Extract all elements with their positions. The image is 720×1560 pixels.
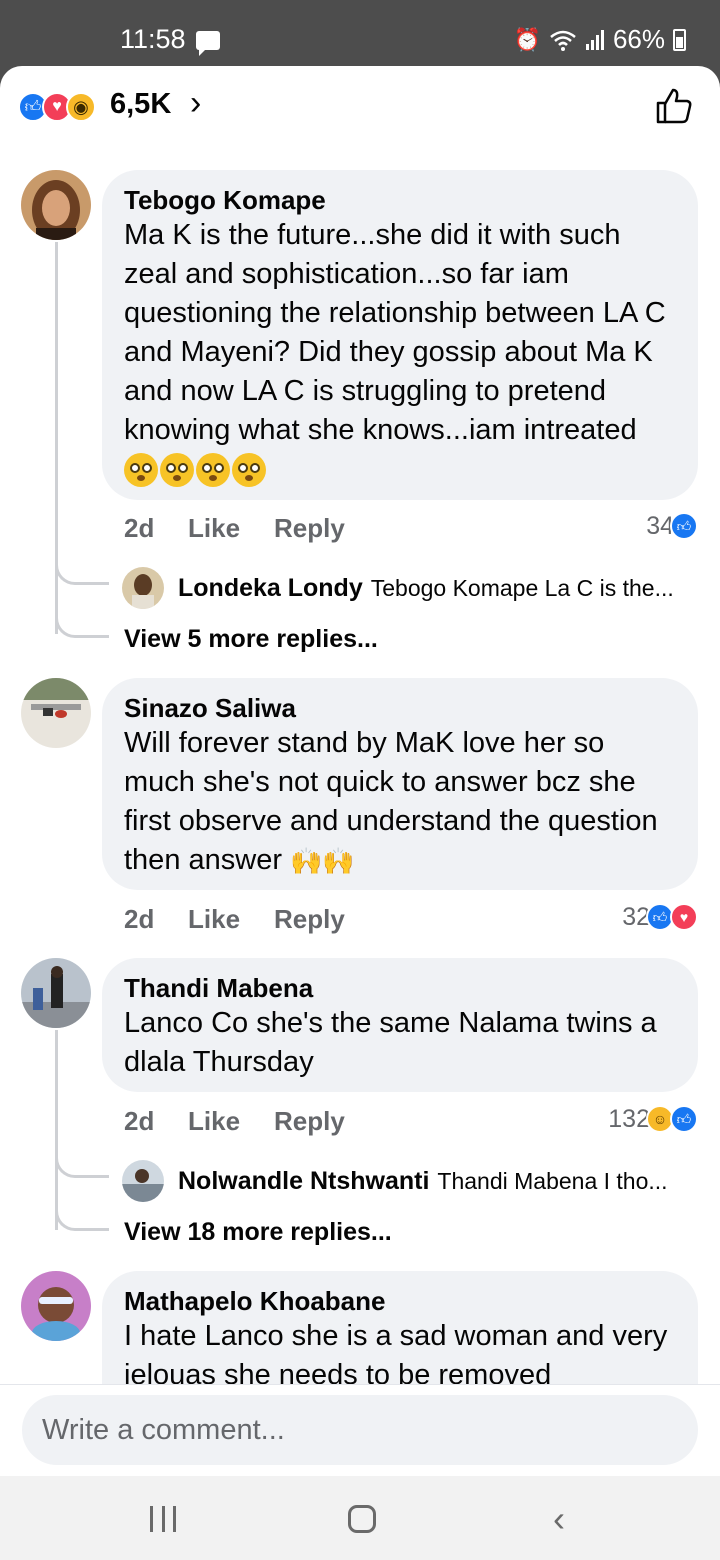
comment-author[interactable]: Thandi Mabena: [124, 972, 676, 1004]
comment-author[interactable]: Sinazo Saliwa: [124, 692, 676, 724]
reply-preview[interactable]: Londeka Londy Tebogo Komape La C is the.…: [122, 566, 674, 610]
reply-text: Thandi Mabena I tho...: [437, 1167, 668, 1194]
reaction-icons: 👍︎ ♥ ◉: [18, 92, 108, 124]
wow-reaction-icon: ◉: [66, 92, 96, 122]
reaction-count: 132: [608, 1104, 650, 1133]
like-reaction-icon: 👍︎: [670, 1105, 698, 1133]
like-reaction-icon: 👍︎: [670, 512, 698, 540]
thread-connector: [55, 616, 109, 638]
avatar[interactable]: [21, 1271, 91, 1341]
system-nav-bar: ‹: [0, 1476, 720, 1560]
avatar[interactable]: [21, 170, 91, 240]
reply-button[interactable]: Reply: [274, 513, 345, 544]
thread-connector: [55, 1156, 109, 1178]
comment-reactions[interactable]: 34 👍︎: [646, 509, 698, 543]
write-comment-input[interactable]: [22, 1395, 698, 1465]
thread-connector: [55, 563, 109, 585]
like-post-icon[interactable]: [654, 86, 694, 126]
raising-hands-icon: 🙌🙌: [290, 845, 355, 876]
reply-author[interactable]: Londeka Londy: [178, 574, 363, 603]
like-button[interactable]: Like: [188, 1106, 274, 1137]
status-bar: 11:58 ⏰ 66%: [0, 0, 720, 66]
comment-author[interactable]: Tebogo Komape: [124, 184, 676, 216]
comment-text: Ma K is the future...she did it with suc…: [124, 219, 666, 446]
chevron-right-icon[interactable]: ›: [190, 84, 201, 123]
love-reaction-icon: ♥: [670, 903, 698, 931]
status-icons: ⏰ 66%: [514, 24, 686, 55]
view-more-replies[interactable]: View 5 more replies...: [124, 625, 378, 654]
comment-text: Will forever stand by MaK love her so mu…: [124, 727, 658, 876]
comment-bubble[interactable]: Tebogo Komape Ma K is the future...she d…: [102, 170, 698, 500]
back-icon[interactable]: ‹: [553, 1498, 565, 1540]
reply-button[interactable]: Reply: [274, 1106, 345, 1137]
emoji-group: [124, 453, 266, 488]
comment-reactions[interactable]: 132 ☺ 👍︎: [608, 1102, 698, 1136]
comment-actions: 2d Like Reply: [124, 902, 345, 936]
battery-icon: [673, 28, 686, 51]
avatar[interactable]: [122, 567, 164, 609]
signal-icon: [585, 29, 604, 50]
comment-actions: 2d Like Reply: [124, 1104, 345, 1138]
thread-line: [55, 1030, 58, 1230]
reactions-bar[interactable]: 👍︎ ♥ ◉ 6,5K ›: [0, 66, 720, 156]
reply-author[interactable]: Nolwandle Ntshwanti: [178, 1167, 429, 1196]
avatar[interactable]: [21, 958, 91, 1028]
thinking-face-icon: [124, 453, 158, 488]
thread-connector: [55, 1209, 109, 1231]
reaction-count[interactable]: 6,5K: [110, 88, 171, 121]
comments-sheet: 👍︎ ♥ ◉ 6,5K › Tebogo Komape Ma K is the …: [0, 66, 720, 1476]
battery-percent: 66%: [612, 24, 665, 54]
comment-bubble[interactable]: Thandi Mabena Lanco Co she's the same Na…: [102, 958, 698, 1092]
alarm-icon: ⏰: [513, 26, 541, 52]
view-more-replies[interactable]: View 18 more replies...: [124, 1218, 392, 1247]
wifi-icon: [550, 30, 576, 51]
reply-text: Tebogo Komape La C is the...: [370, 574, 674, 601]
comment-time[interactable]: 2d: [124, 1106, 188, 1137]
like-button[interactable]: Like: [188, 513, 274, 544]
comment-text: Lanco Co she's the same Nalama twins a d…: [124, 1007, 657, 1078]
comment-bubble[interactable]: Sinazo Saliwa Will forever stand by MaK …: [102, 678, 698, 890]
comment-time[interactable]: 2d: [124, 904, 188, 935]
flushed-face-icon: [160, 453, 194, 488]
avatar[interactable]: [122, 1160, 164, 1202]
flushed-face-icon: [196, 453, 230, 488]
message-notification-icon: [196, 31, 220, 56]
reply-button[interactable]: Reply: [274, 904, 345, 935]
avatar[interactable]: [21, 678, 91, 748]
comment-time[interactable]: 2d: [124, 513, 188, 544]
home-icon[interactable]: [348, 1505, 376, 1533]
comment-author[interactable]: Mathapelo Khoabane: [124, 1285, 676, 1317]
comment-actions: 2d Like Reply: [124, 511, 345, 545]
comment-reactions[interactable]: 32 👍︎ ♥: [622, 900, 698, 934]
recent-apps-icon[interactable]: [150, 1506, 176, 1532]
like-button[interactable]: Like: [188, 904, 274, 935]
reply-preview[interactable]: Nolwandle Ntshwanti Thandi Mabena I tho.…: [122, 1159, 668, 1203]
monocle-face-icon: [232, 453, 266, 488]
comment-composer: [0, 1384, 720, 1476]
status-time: 11:58: [120, 24, 186, 54]
